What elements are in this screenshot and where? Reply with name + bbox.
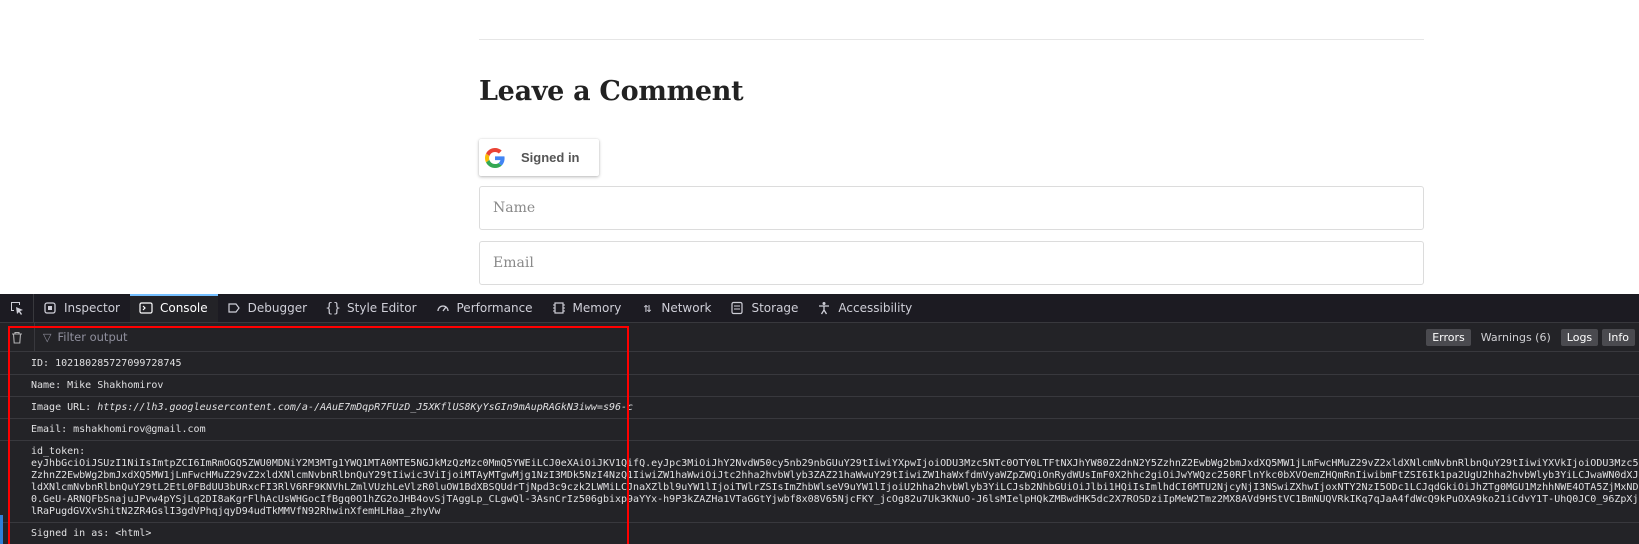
email-field[interactable] bbox=[479, 241, 1424, 285]
console-text: Signed in as: <html> bbox=[31, 528, 152, 539]
console-message-name: Name: Mike Shakhomirov bbox=[0, 375, 1639, 397]
console-gutter-marker bbox=[0, 515, 3, 544]
accessibility-icon bbox=[816, 300, 832, 316]
console-message-signed-in: Signed in as: <html> bbox=[0, 523, 1639, 544]
logs-filter-button[interactable]: Logs bbox=[1560, 328, 1599, 346]
tab-memory[interactable]: Memory bbox=[543, 294, 632, 322]
trash-icon bbox=[12, 331, 22, 344]
console-filter-bar: ▽ Errors Warnings (6) Logs Info bbox=[0, 323, 1639, 352]
element-picker-button[interactable] bbox=[0, 294, 34, 322]
tab-label: Style Editor bbox=[347, 301, 417, 315]
comment-heading: Leave a Comment bbox=[479, 76, 744, 107]
tab-label: Network bbox=[661, 301, 712, 315]
log-level-filters: Errors Warnings (6) Logs Info bbox=[1426, 328, 1639, 346]
network-icon: ⇅ bbox=[643, 300, 652, 316]
tab-network[interactable]: ⇅ Network bbox=[631, 294, 721, 322]
console-text: Image URL: bbox=[31, 402, 98, 413]
console-text: id_token: bbox=[31, 446, 86, 457]
name-field[interactable] bbox=[479, 186, 1424, 230]
tab-label: Memory bbox=[572, 301, 622, 315]
tab-label: Debugger bbox=[247, 301, 308, 315]
console-text: Name: Mike Shakhomirov bbox=[31, 380, 164, 391]
tab-label: Console bbox=[159, 301, 208, 315]
debugger-icon bbox=[226, 300, 242, 316]
tab-label: Storage bbox=[751, 301, 799, 315]
filter-box: ▽ bbox=[34, 323, 1426, 351]
tab-label: Inspector bbox=[64, 301, 120, 315]
tab-performance[interactable]: Performance bbox=[427, 294, 543, 322]
web-page: Leave a Comment Signed in bbox=[0, 0, 1639, 294]
info-filter-button[interactable]: Info bbox=[1602, 328, 1635, 346]
id-token-line: ldXNlcmNvbnRlbnQuY29tL2EtL0FBdUU3bURxcFI… bbox=[31, 482, 1639, 493]
id-token-line: lRaPugdGVXvShitN2ZR4GslI3gdVPhqjqyD94udT… bbox=[31, 506, 441, 517]
tab-style-editor[interactable]: {} Style Editor bbox=[317, 294, 426, 322]
tab-label: Performance bbox=[456, 301, 533, 315]
id-token-line: eyJhbGciOiJSUzI1NiIsImtpZCI6ImRmOGQ5ZWU0… bbox=[31, 458, 1639, 469]
google-logo-icon bbox=[485, 147, 505, 168]
console-message-email: Email: mshakhomirov@gmail.com bbox=[0, 419, 1639, 441]
devtools-toolbar: Inspector Console Debugger {} Style Edit… bbox=[0, 294, 1639, 323]
console-output: ID: 102180285727099728745 Name: Mike Sha… bbox=[0, 352, 1639, 544]
console-icon bbox=[138, 300, 154, 316]
tab-accessibility[interactable]: Accessibility bbox=[808, 294, 922, 322]
inspector-icon bbox=[42, 300, 58, 316]
tab-label: Accessibility bbox=[838, 301, 913, 315]
tab-debugger[interactable]: Debugger bbox=[218, 294, 317, 322]
google-signin-label: Signed in bbox=[521, 150, 580, 165]
console-message-id: ID: 102180285727099728745 bbox=[0, 352, 1639, 375]
filter-icon: ▽ bbox=[43, 330, 52, 344]
console-message-image-url: Image URL: https://lh3.googleusercontent… bbox=[0, 397, 1639, 419]
tab-storage[interactable]: Storage bbox=[721, 294, 808, 322]
storage-icon bbox=[729, 300, 745, 316]
tab-console[interactable]: Console bbox=[129, 294, 218, 322]
console-message-id-token: id_token: eyJhbGciOiJSUzI1NiIsImtpZCI6Im… bbox=[0, 441, 1639, 523]
console-text: Email: mshakhomirov@gmail.com bbox=[31, 424, 206, 435]
clear-console-button[interactable] bbox=[0, 331, 34, 344]
tab-inspector[interactable]: Inspector bbox=[34, 294, 130, 322]
id-token-line: 0.GeU-ARNQFbSnajuJPvw4pYSjLq2DI8aKgrFlhA… bbox=[31, 494, 1639, 505]
errors-filter-button[interactable]: Errors bbox=[1426, 328, 1471, 346]
filter-output-input[interactable] bbox=[57, 330, 358, 344]
performance-icon bbox=[435, 300, 451, 316]
image-url-link[interactable]: https://lh3.googleusercontent.com/a-/AAu… bbox=[97, 402, 633, 413]
style-editor-icon: {} bbox=[325, 300, 341, 316]
devtools-panel: Inspector Console Debugger {} Style Edit… bbox=[0, 294, 1639, 544]
memory-icon bbox=[551, 300, 567, 316]
console-text: ID: 102180285727099728745 bbox=[31, 358, 182, 369]
id-token-line: ZzhnZ2EwbWg2bmJxdXQ5MW1jLmFwcHMuZ29vZ2xl… bbox=[31, 470, 1639, 481]
element-picker-icon bbox=[10, 302, 23, 315]
warnings-filter-button[interactable]: Warnings (6) bbox=[1475, 329, 1557, 346]
google-signin-button[interactable]: Signed in bbox=[479, 139, 599, 176]
content-divider bbox=[479, 39, 1424, 40]
